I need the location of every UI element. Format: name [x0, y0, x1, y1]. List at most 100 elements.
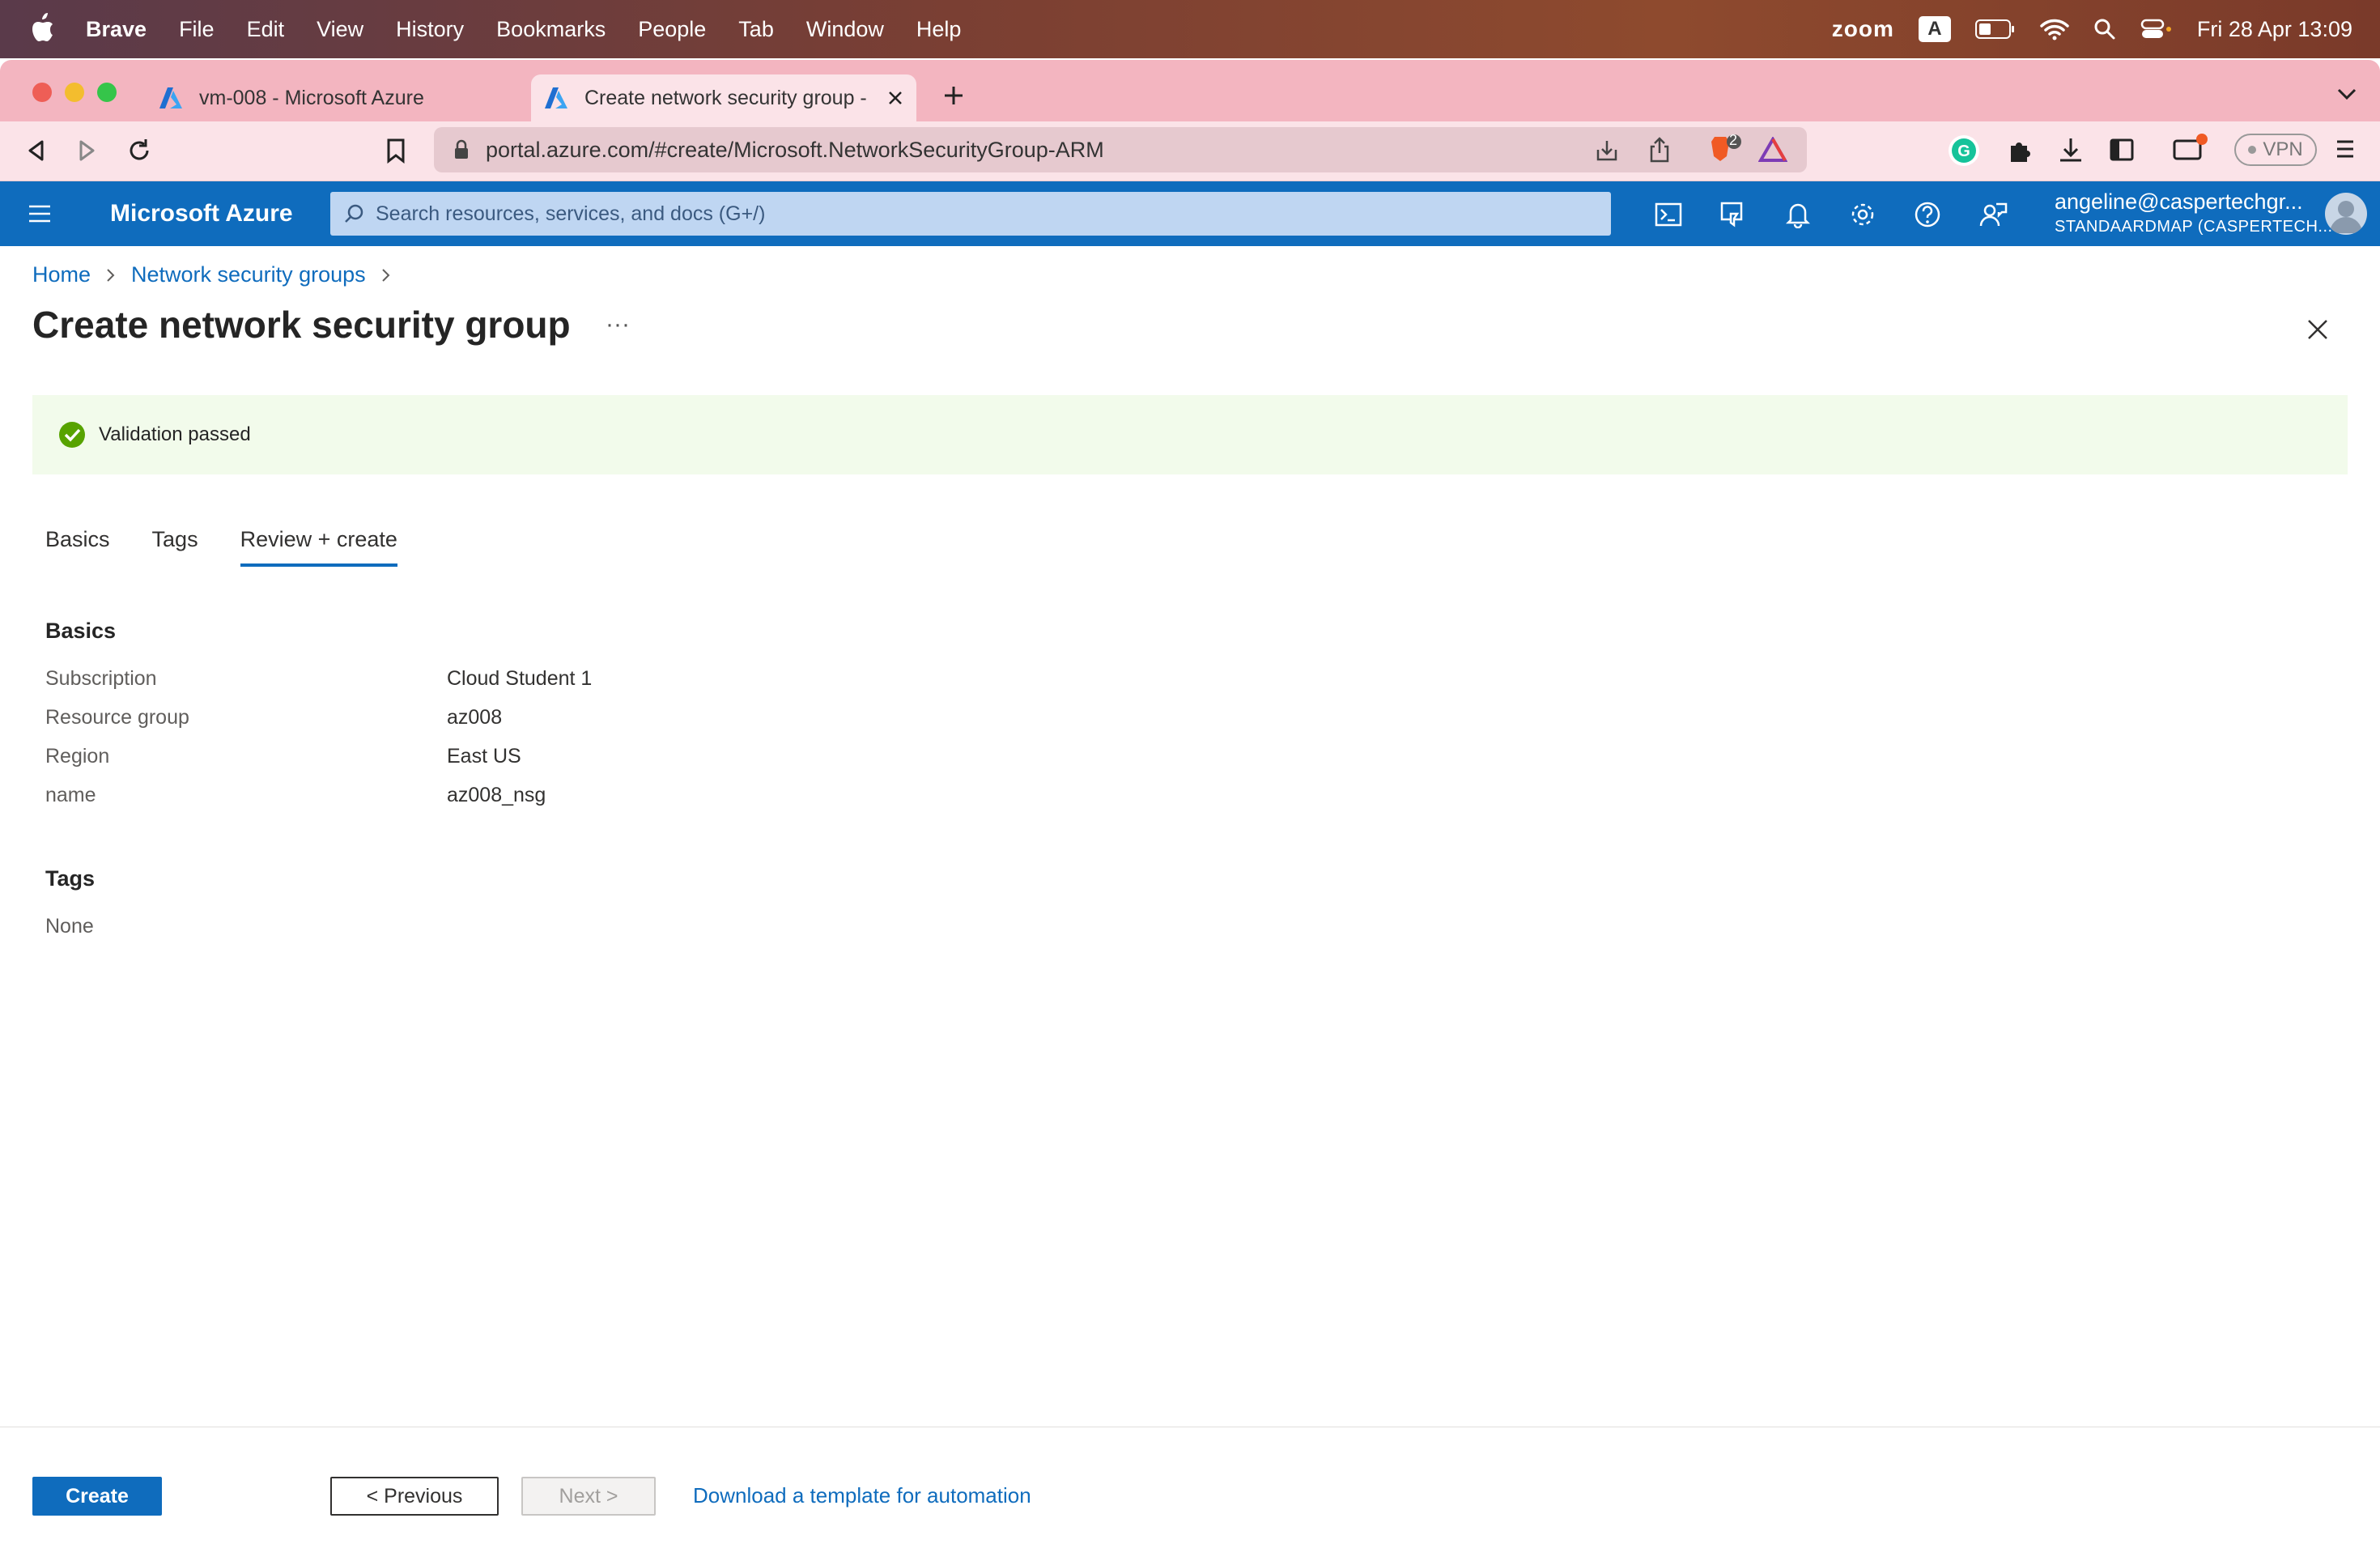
validation-text: Validation passed	[99, 423, 251, 445]
summary-value: az008	[447, 706, 503, 729]
vpn-status-dot	[2248, 146, 2257, 154]
new-tab-icon[interactable]	[942, 84, 965, 107]
search-placeholder: Search resources, services, and docs (G+…	[376, 202, 766, 225]
macos-menubar: Brave File Edit View History Bookmarks P…	[0, 0, 2380, 58]
directory-filter-icon[interactable]	[1719, 201, 1747, 228]
browser-menu-icon[interactable]	[2335, 138, 2356, 160]
tags-heading: Tags	[45, 866, 96, 891]
bookmark-icon[interactable]	[385, 138, 406, 164]
menu-app-name[interactable]: Brave	[86, 17, 147, 42]
menu-view[interactable]: View	[317, 17, 363, 42]
tab-basics[interactable]: Basics	[45, 521, 110, 567]
settings-gear-icon[interactable]	[1849, 201, 1876, 228]
menubar-menu: Brave File Edit View History Bookmarks P…	[86, 0, 993, 58]
more-options-button[interactable]: ···	[606, 311, 630, 338]
portal-menu-icon[interactable]	[28, 204, 52, 223]
vpn-button[interactable]: VPN	[2234, 134, 2317, 166]
back-icon[interactable]	[26, 139, 47, 162]
battery-icon[interactable]	[1974, 19, 2016, 40]
tab-search-chevron-icon[interactable]	[2336, 86, 2357, 102]
window-minimize-button[interactable]	[65, 83, 84, 102]
window-zoom-button[interactable]	[97, 83, 117, 102]
breadcrumb-nsg[interactable]: Network security groups	[131, 262, 366, 287]
spotlight-search-icon[interactable]	[2093, 18, 2116, 40]
lock-icon[interactable]	[453, 139, 470, 160]
previous-button[interactable]: < Previous	[330, 1477, 499, 1516]
brave-wallet-icon[interactable]	[2173, 133, 2208, 162]
create-button[interactable]: Create	[32, 1477, 162, 1516]
menu-people[interactable]: People	[638, 17, 706, 42]
apple-icon[interactable]	[29, 13, 55, 44]
summary-label: Resource group	[45, 706, 189, 729]
feedback-icon[interactable]	[1978, 201, 2008, 228]
wizard-tabs: Basics Tags Review + create	[45, 521, 440, 567]
downloads-icon[interactable]	[2058, 136, 2084, 164]
menu-history[interactable]: History	[396, 17, 464, 42]
tab-title: Create network security group -	[584, 86, 867, 109]
menubar-status: zoom A Fri 28 Apr 13:09	[1832, 0, 2352, 58]
share-icon[interactable]	[1648, 137, 1671, 163]
address-bar[interactable]: portal.azure.com/#create/Microsoft.Netwo…	[434, 127, 1807, 172]
input-source-indicator[interactable]: A	[1918, 16, 1951, 42]
forward-icon[interactable]	[76, 139, 97, 162]
chevron-right-icon	[107, 268, 115, 282]
summary-label: Region	[45, 745, 110, 768]
tab-strip: vm-008 - Microsoft Azure Create network …	[0, 60, 2380, 121]
menu-bookmarks[interactable]: Bookmarks	[496, 17, 606, 42]
summary-row: Subscription Cloud Student 1	[45, 667, 592, 691]
close-tab-icon[interactable]	[887, 90, 903, 106]
reload-icon[interactable]	[126, 138, 152, 164]
azure-brand[interactable]: Microsoft Azure	[110, 181, 293, 246]
close-icon[interactable]	[2306, 317, 2330, 342]
download-template-link[interactable]: Download a template for automation	[693, 1483, 1031, 1508]
menu-help[interactable]: Help	[916, 17, 962, 42]
chevron-right-icon	[381, 268, 390, 282]
account-tenant: STANDAARDMAP (CASPERTECH...	[2055, 218, 2333, 236]
summary-row: name az008_nsg	[45, 784, 546, 807]
summary-row: Resource group az008	[45, 706, 502, 729]
summary-value: Cloud Student 1	[447, 667, 593, 690]
vpn-label: VPN	[2263, 138, 2303, 160]
help-icon[interactable]	[1914, 201, 1941, 228]
validation-banner: Validation passed	[32, 395, 2348, 474]
summary-label: name	[45, 784, 96, 806]
extensions-icon[interactable]	[2008, 138, 2034, 164]
control-center-icon[interactable]	[2140, 18, 2173, 40]
svg-text:G: G	[1957, 142, 1970, 160]
wifi-icon[interactable]	[2040, 18, 2069, 40]
cloud-shell-icon[interactable]	[1655, 202, 1682, 227]
menu-tab[interactable]: Tab	[738, 17, 774, 42]
breadcrumb-home[interactable]: Home	[32, 262, 91, 287]
window-close-button[interactable]	[32, 83, 52, 102]
check-circle-icon	[59, 422, 85, 448]
install-app-icon[interactable]	[1595, 138, 1619, 163]
url-text[interactable]: portal.azure.com/#create/Microsoft.Netwo…	[486, 138, 1104, 163]
notifications-icon[interactable]	[1786, 201, 1810, 228]
summary-value: East US	[447, 745, 521, 768]
browser-window: vm-008 - Microsoft Azure Create network …	[0, 60, 2380, 1548]
summary-row: Region East US	[45, 745, 521, 768]
browser-tab-vm008[interactable]: vm-008 - Microsoft Azure	[155, 74, 528, 121]
breadcrumb: Home Network security groups	[32, 262, 406, 287]
account-info[interactable]: angeline@caspertechgr... STANDAARDMAP (C…	[2055, 189, 2333, 236]
page-title: Create network security group	[32, 304, 571, 346]
grammarly-extension-icon[interactable]: G	[1948, 134, 1980, 167]
zoom-status[interactable]: zoom	[1832, 16, 1894, 42]
brave-rewards-icon[interactable]	[1758, 137, 1787, 163]
summary-value: az008_nsg	[447, 784, 546, 806]
tab-review-create[interactable]: Review + create	[240, 521, 397, 567]
azure-favicon-icon	[159, 87, 182, 108]
menu-file[interactable]: File	[179, 17, 215, 42]
search-icon	[345, 204, 363, 223]
account-user: angeline@caspertechgr...	[2055, 189, 2303, 214]
tags-none: None	[45, 915, 94, 938]
menu-window[interactable]: Window	[806, 17, 884, 42]
menubar-clock[interactable]: Fri 28 Apr 13:09	[2197, 17, 2352, 42]
browser-tab-create-nsg[interactable]: Create network security group -	[531, 74, 916, 121]
tags-value: None	[45, 915, 447, 938]
menu-edit[interactable]: Edit	[247, 17, 285, 42]
next-button[interactable]: Next >	[521, 1477, 656, 1516]
sidebar-toggle-icon[interactable]	[2110, 138, 2134, 162]
azure-search-input[interactable]: Search resources, services, and docs (G+…	[330, 192, 1611, 236]
tab-tags[interactable]: Tags	[152, 521, 198, 567]
